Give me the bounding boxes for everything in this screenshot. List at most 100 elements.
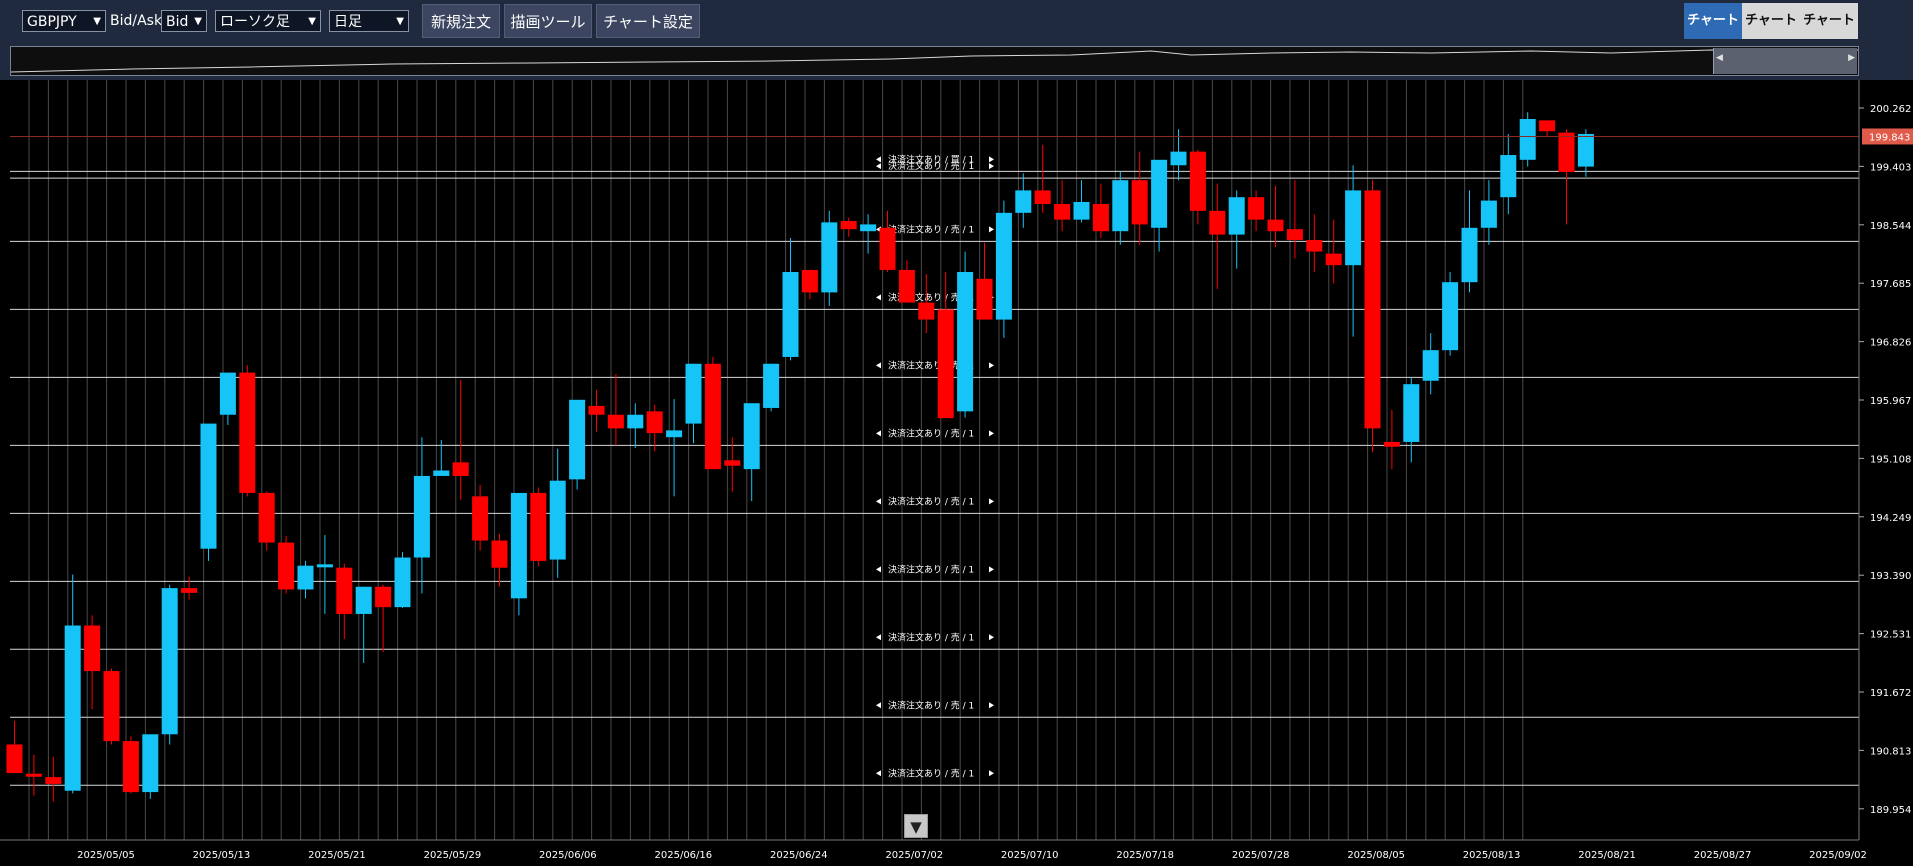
candle-body[interactable]: [161, 588, 178, 735]
candle-body[interactable]: [821, 222, 838, 293]
candle-body[interactable]: [1267, 219, 1284, 232]
arrow-right-icon[interactable]: [989, 498, 994, 505]
bidask-select[interactable]: Bid ▼: [161, 10, 207, 32]
arrow-left-icon[interactable]: [876, 566, 881, 573]
arrow-left-icon[interactable]: [876, 770, 881, 777]
candle-body[interactable]: [569, 399, 586, 480]
candle-body[interactable]: [452, 462, 469, 476]
candle-body[interactable]: [646, 411, 663, 434]
period-select[interactable]: 日足 ▼: [329, 10, 409, 32]
candle-body[interactable]: [219, 372, 236, 415]
candle-body[interactable]: [1480, 200, 1497, 228]
candle-body[interactable]: [1461, 227, 1478, 283]
candle-body[interactable]: [937, 309, 954, 419]
arrow-left-icon[interactable]: [876, 430, 881, 437]
arrow-left-icon[interactable]: [876, 702, 881, 709]
candle-body[interactable]: [64, 625, 81, 791]
candle-body[interactable]: [957, 271, 974, 412]
candle-body[interactable]: [1189, 151, 1206, 211]
candle-body[interactable]: [1034, 190, 1051, 204]
candle-body[interactable]: [278, 542, 295, 590]
new-order-button[interactable]: 新規注文: [422, 4, 500, 38]
arrow-right-icon[interactable]: [989, 163, 994, 170]
candle-body[interactable]: [181, 588, 198, 593]
candle-body[interactable]: [297, 565, 314, 590]
candle-body[interactable]: [607, 414, 624, 429]
candle-body[interactable]: [45, 777, 62, 784]
arrow-right-icon[interactable]: [989, 226, 994, 233]
candle-body[interactable]: [1345, 190, 1362, 266]
candle-body[interactable]: [239, 372, 256, 493]
candle-body[interactable]: [142, 734, 159, 793]
candle-body[interactable]: [1073, 201, 1090, 220]
tab-chart3[interactable]: チャート3: [1800, 3, 1858, 64]
candle-body[interactable]: [1364, 190, 1381, 429]
candle-body[interactable]: [801, 269, 818, 293]
candle-body[interactable]: [491, 540, 508, 568]
candle-body[interactable]: [200, 423, 217, 549]
candle-body[interactable]: [743, 403, 760, 470]
candle-body[interactable]: [25, 773, 42, 777]
candle-body[interactable]: [394, 557, 411, 608]
candle-body[interactable]: [122, 741, 139, 793]
candle-body[interactable]: [1170, 151, 1187, 166]
chart-type-select[interactable]: ローソク足 ▼: [215, 10, 321, 32]
candle-body[interactable]: [375, 586, 392, 608]
candle-body[interactable]: [763, 363, 780, 408]
navigator-thumb[interactable]: ◀ ▶: [1713, 48, 1857, 74]
candle-body[interactable]: [1558, 132, 1575, 173]
candle-body[interactable]: [510, 492, 527, 599]
candlestick-chart[interactable]: 決済注文あり / 買 / 1決済注文あり / 売 / 1決済注文あり / 売 /…: [0, 80, 1913, 866]
candle-body[interactable]: [666, 430, 683, 438]
candle-body[interactable]: [860, 224, 877, 232]
arrow-right-icon[interactable]: [989, 634, 994, 641]
arrow-right-icon[interactable]: [989, 362, 994, 369]
candle-body[interactable]: [1092, 203, 1109, 232]
candle-body[interactable]: [782, 271, 799, 357]
scroll-down-button[interactable]: ▼: [904, 814, 928, 838]
arrow-left-icon[interactable]: [876, 362, 881, 369]
candle-body[interactable]: [316, 564, 333, 568]
arrow-right-icon[interactable]: [989, 770, 994, 777]
candle-body[interactable]: [685, 363, 702, 424]
arrow-right-icon[interactable]: [989, 702, 994, 709]
candle-body[interactable]: [1383, 441, 1400, 447]
candle-body[interactable]: [1442, 282, 1459, 351]
candle-body[interactable]: [995, 212, 1012, 320]
candle-body[interactable]: [433, 470, 450, 476]
candle-body[interactable]: [898, 269, 915, 303]
tab-chart2[interactable]: チャート2: [1742, 3, 1800, 64]
candle-body[interactable]: [1519, 119, 1536, 160]
candle-body[interactable]: [1539, 120, 1556, 132]
candle-body[interactable]: [103, 671, 120, 742]
candle-body[interactable]: [1286, 229, 1303, 241]
candle-body[interactable]: [1500, 155, 1517, 198]
candle-body[interactable]: [1325, 253, 1342, 266]
candle-body[interactable]: [627, 414, 644, 429]
candle-body[interactable]: [530, 492, 547, 561]
candle-body[interactable]: [976, 278, 993, 320]
candle-body[interactable]: [918, 302, 935, 320]
candle-body[interactable]: [1054, 203, 1071, 220]
symbol-select[interactable]: GBPJPY ▼: [22, 10, 106, 32]
candle-body[interactable]: [413, 475, 430, 558]
arrow-left-icon[interactable]: [876, 294, 881, 301]
candle-body[interactable]: [355, 586, 372, 614]
candle-body[interactable]: [1306, 240, 1323, 252]
arrow-left-icon[interactable]: [876, 163, 881, 170]
arrow-right-icon[interactable]: [989, 430, 994, 437]
candle-body[interactable]: [258, 492, 275, 543]
candle-body[interactable]: [6, 744, 23, 774]
candle-body[interactable]: [1248, 197, 1265, 220]
candle-body[interactable]: [840, 220, 857, 230]
chart-settings-button[interactable]: チャート設定: [596, 4, 700, 38]
chart-navigator[interactable]: ◀ ▶: [10, 46, 1859, 76]
candle-body[interactable]: [1422, 350, 1439, 381]
candle-body[interactable]: [1209, 210, 1226, 235]
candle-body[interactable]: [1131, 180, 1148, 225]
candle-body[interactable]: [1112, 180, 1129, 232]
arrow-right-icon[interactable]: [989, 566, 994, 573]
candle-body[interactable]: [724, 460, 741, 466]
arrow-right-icon[interactable]: [989, 156, 994, 163]
candle-body[interactable]: [704, 363, 721, 470]
